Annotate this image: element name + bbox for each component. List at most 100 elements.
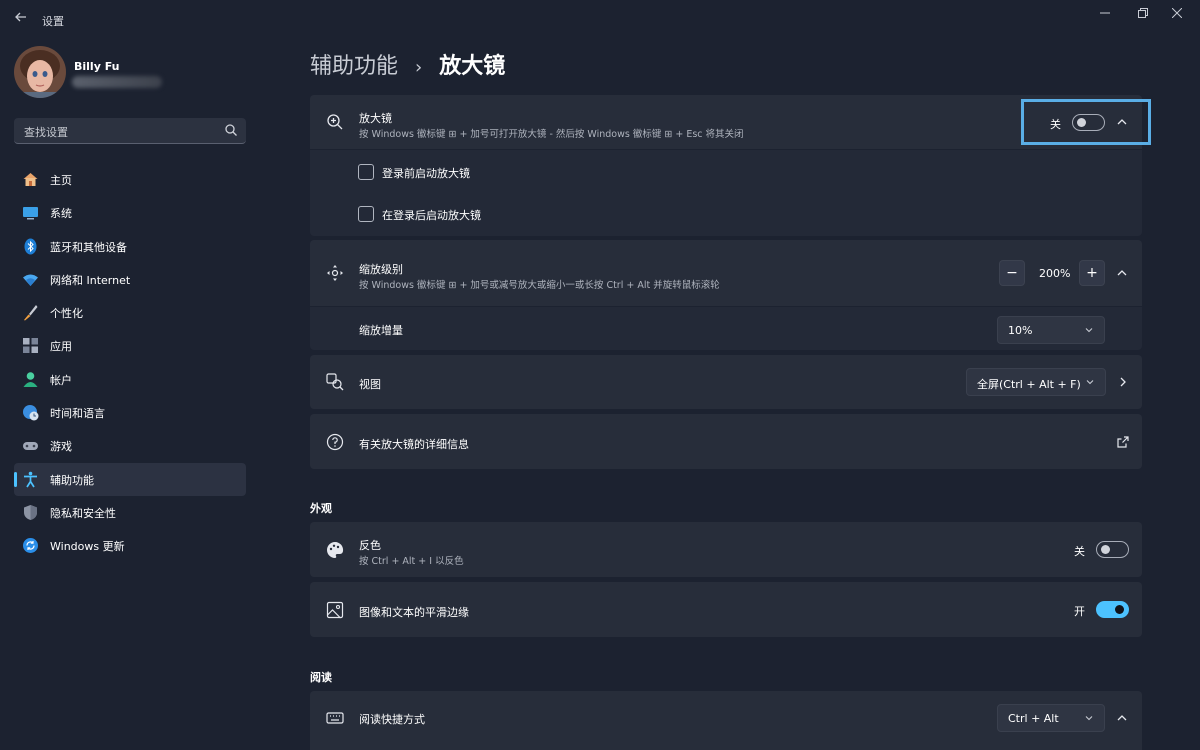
close-icon xyxy=(1171,7,1183,19)
sidebar-item-label: 应用 xyxy=(50,340,72,354)
chevron-up-icon[interactable] xyxy=(1115,711,1129,725)
view-row[interactable]: 视图 全屏(Ctrl + Alt + F) xyxy=(310,355,1142,409)
breadcrumb-parent[interactable]: 辅助功能 xyxy=(310,54,398,79)
zoom-level-description: 按 Windows 徽标键 ⊞ + 加号或减号放大或缩小一或长按 Ctrl + … xyxy=(359,280,720,291)
sidebar-item-label: 游戏 xyxy=(50,440,72,454)
start-after-signin-checkbox[interactable] xyxy=(358,206,374,222)
chevron-down-icon xyxy=(1085,716,1093,721)
sidebar-item-network[interactable]: 网络和 Internet xyxy=(14,263,246,296)
zoom-increment-row: 缩放增量 10% xyxy=(310,307,1142,350)
back-button[interactable] xyxy=(12,10,30,28)
sidebar-item-label: 网络和 Internet xyxy=(50,273,131,287)
minimize-button[interactable] xyxy=(1088,6,1122,24)
blurred-email xyxy=(72,76,162,88)
chevron-up-icon[interactable] xyxy=(1115,266,1129,280)
search-placeholder: 查找设置 xyxy=(24,126,68,139)
zoom-out-button[interactable]: − xyxy=(999,260,1025,286)
user-name: Billy Fu xyxy=(74,60,120,73)
sidebar-item-apps[interactable]: 应用 xyxy=(14,329,246,362)
reading-shortcut-row[interactable]: 阅读快捷方式 Ctrl + Alt xyxy=(310,691,1142,750)
sidebar-item-label: 时间和语言 xyxy=(50,407,105,421)
apps-icon xyxy=(23,338,38,354)
view-dropdown[interactable]: 全屏(Ctrl + Alt + F) xyxy=(966,368,1106,396)
back-arrow-icon xyxy=(15,12,26,22)
sidebar-item-label: 主页 xyxy=(50,174,72,187)
invert-title: 反色 xyxy=(359,539,381,552)
update-icon xyxy=(23,538,38,554)
sidebar-item-home[interactable]: 主页 xyxy=(14,163,246,196)
close-button[interactable] xyxy=(1160,6,1194,24)
image-icon xyxy=(326,601,344,619)
invert-description: 按 Ctrl + Alt + I 以反色 xyxy=(359,556,464,567)
smooth-edges-title: 图像和文本的平滑边缘 xyxy=(359,606,469,619)
user-profile[interactable]: Billy Fu xyxy=(14,46,254,100)
sidebar-item-label: 辅助功能 xyxy=(50,473,94,487)
sidebar-item-accounts[interactable]: 帐户 xyxy=(14,363,246,396)
chevron-right-icon[interactable] xyxy=(1116,375,1130,389)
globe-clock-icon xyxy=(23,405,39,421)
magnifier-description: 按 Windows 徽标键 ⊞ + 加号可打开放大镜 - 然后按 Windows… xyxy=(359,129,744,140)
magnifier-options: 登录前启动放大镜 在登录后启动放大镜 xyxy=(310,150,1142,236)
sidebar-item-gaming[interactable]: 游戏 xyxy=(14,429,246,462)
zoom-value: 200% xyxy=(1039,267,1071,280)
external-link-icon[interactable] xyxy=(1116,435,1130,449)
more-info-row[interactable]: 有关放大镜的详细信息 xyxy=(310,414,1142,469)
title-bar: 设置 xyxy=(0,0,1200,40)
palette-icon xyxy=(327,541,344,558)
sidebar-nav: 主页 系统 蓝牙和其他设备 网络和 Internet 个性化 应用 帐户 时间和… xyxy=(14,163,246,563)
restore-button[interactable] xyxy=(1126,6,1160,24)
sidebar-item-label: 帐户 xyxy=(50,373,72,387)
view-icon xyxy=(326,373,344,391)
invert-toggle[interactable] xyxy=(1096,541,1129,558)
page-title: 放大镜 xyxy=(439,54,506,79)
magnifier-icon xyxy=(327,114,343,130)
invert-colors-row[interactable]: 反色 按 Ctrl + Alt + I 以反色 关 xyxy=(310,522,1142,577)
zoom-in-button[interactable]: + xyxy=(1079,260,1105,286)
zoom-increment-label: 缩放增量 xyxy=(359,324,403,337)
sidebar-item-label: 蓝牙和其他设备 xyxy=(50,240,127,254)
sidebar-item-time-language[interactable]: 时间和语言 xyxy=(14,396,246,429)
zoom-level-row[interactable]: 缩放级别 按 Windows 徽标键 ⊞ + 加号或减号放大或缩小一或长按 Ct… xyxy=(310,240,1142,306)
chevron-down-icon xyxy=(1085,328,1093,333)
wifi-icon xyxy=(23,274,38,286)
view-value: 全屏(Ctrl + Alt + F) xyxy=(977,378,1081,391)
reading-shortcut-title: 阅读快捷方式 xyxy=(359,713,425,726)
magnifier-setting-row[interactable]: 放大镜 按 Windows 徽标键 ⊞ + 加号可打开放大镜 - 然后按 Win… xyxy=(310,95,1142,149)
sidebar-item-label: Windows 更新 xyxy=(50,540,125,554)
zoom-increment-value: 10% xyxy=(1008,324,1033,337)
start-before-signin-checkbox[interactable] xyxy=(358,164,374,180)
keyboard-icon xyxy=(326,712,344,724)
sidebar-item-accessibility[interactable]: 辅助功能 xyxy=(14,462,246,496)
sidebar-item-bluetooth[interactable]: 蓝牙和其他设备 xyxy=(14,230,246,263)
sidebar-item-personalization[interactable]: 个性化 xyxy=(14,296,246,329)
sidebar-item-privacy[interactable]: 隐私和安全性 xyxy=(14,496,246,529)
start-after-signin-label: 在登录后启动放大镜 xyxy=(382,209,481,222)
restore-icon xyxy=(1138,8,1148,18)
reading-shortcut-value: Ctrl + Alt xyxy=(1008,712,1059,725)
zoom-increment-dropdown[interactable]: 10% xyxy=(997,316,1105,344)
accessibility-icon xyxy=(24,471,37,488)
monitor-icon xyxy=(23,207,38,220)
sidebar-item-label: 个性化 xyxy=(50,307,83,321)
smooth-edges-row[interactable]: 图像和文本的平滑边缘 开 xyxy=(310,582,1142,637)
smooth-edges-toggle[interactable] xyxy=(1096,601,1129,618)
shield-icon xyxy=(24,504,37,520)
chevron-down-icon xyxy=(1086,380,1094,385)
sidebar-item-system[interactable]: 系统 xyxy=(14,196,246,229)
zoom-level-title: 缩放级别 xyxy=(359,263,403,276)
sidebar-item-windows-update[interactable]: Windows 更新 xyxy=(14,529,246,562)
search-icon xyxy=(225,124,237,136)
sidebar-item-label: 隐私和安全性 xyxy=(50,506,116,520)
appearance-heading: 外观 xyxy=(310,502,332,515)
breadcrumb: 辅助功能 › 放大镜 xyxy=(310,48,506,79)
app-title: 设置 xyxy=(42,15,64,28)
reading-shortcut-dropdown[interactable]: Ctrl + Alt xyxy=(997,704,1105,732)
start-before-signin-label: 登录前启动放大镜 xyxy=(382,167,470,180)
avatar xyxy=(14,46,66,98)
gamepad-icon xyxy=(23,442,38,451)
bluetooth-icon xyxy=(24,238,37,255)
magnifier-title: 放大镜 xyxy=(359,112,392,125)
search-input[interactable]: 查找设置 xyxy=(14,118,246,144)
minimize-icon xyxy=(1100,12,1110,14)
sidebar-item-label: 系统 xyxy=(50,207,72,221)
